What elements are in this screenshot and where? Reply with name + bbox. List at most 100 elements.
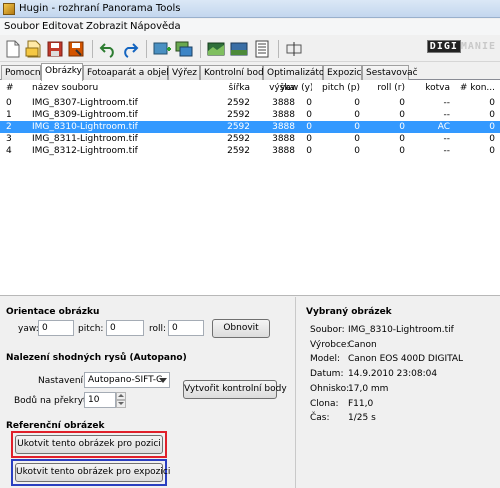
tab-pomocnik[interactable]: Pomocník — [1, 65, 48, 80]
add-images-button[interactable] — [152, 39, 172, 59]
yaw-input[interactable]: 0 — [38, 320, 74, 336]
points-input[interactable]: 10 — [84, 392, 116, 408]
tab-obrazky[interactable]: Obrázky — [41, 63, 83, 81]
info-label: Výrobce: — [310, 339, 350, 350]
toolbar-separator — [146, 40, 147, 58]
column-header[interactable]: roll (r) — [360, 83, 405, 93]
anchor-position-button[interactable]: Ukotvit tento obrázek pro pozici — [15, 435, 163, 454]
save-as-button[interactable] — [66, 39, 86, 59]
table-cell-cp: 0 — [489, 110, 495, 120]
table-cell-yaw: 0 — [306, 146, 312, 156]
add-time-series-button[interactable] — [174, 39, 194, 59]
table-cell-anchor: AC — [437, 122, 450, 132]
table-cell-width: 2592 — [227, 98, 250, 108]
table-row[interactable]: 4 IMG_8312-Lightroom.tif 2592 3888 0 0 0 -- 0 — [0, 145, 500, 157]
table-cell-file: IMG_8310-Lightroom.tif — [32, 122, 138, 132]
table-cell-roll: 0 — [399, 146, 405, 156]
save-as-icon — [68, 41, 84, 57]
undo-button[interactable] — [98, 39, 118, 59]
column-header[interactable]: název souboru — [32, 83, 98, 93]
tab-bar: Pomocník Obrázky Fotoaparát a objektiv V… — [0, 63, 500, 81]
table-cell-num: 1 — [6, 110, 12, 120]
redo-icon — [124, 43, 139, 58]
column-header[interactable]: kotva — [405, 83, 450, 93]
feature-matching-title: Nalezení shodných rysů (Autopano) — [6, 353, 187, 363]
settings-label: Nastavení: — [38, 376, 87, 386]
tab-fotoaparat-objektiv[interactable]: Fotoaparát a objektiv — [83, 65, 183, 80]
column-header[interactable]: # — [6, 83, 14, 93]
table-cell-yaw: 0 — [306, 134, 312, 144]
column-header[interactable]: # kon... — [450, 83, 495, 93]
table-cell-roll: 0 — [399, 110, 405, 120]
create-control-points-button[interactable]: Vytvořit kontrolní body — [183, 380, 287, 399]
table-cell-file: IMG_8309-Lightroom.tif — [32, 110, 138, 120]
table-cell-anchor: -- — [443, 134, 451, 144]
menu-editovat[interactable]: Editovat — [42, 21, 83, 32]
redo-button[interactable] — [120, 39, 140, 59]
spin-up-icon[interactable] — [116, 392, 126, 400]
tab-sestavovac[interactable]: Sestavovač — [362, 65, 418, 80]
tab-expozice[interactable]: Expozice — [323, 65, 367, 80]
tab-kontrolni-body[interactable]: Kontrolní body — [200, 65, 269, 80]
assistant-button[interactable] — [252, 39, 272, 59]
image-table[interactable]: # název souboru šířka výška yaw (y) pitc… — [0, 80, 500, 296]
chevron-down-icon — [159, 378, 167, 383]
pitch-input[interactable]: 0 — [106, 320, 144, 336]
align-button[interactable] — [284, 39, 304, 59]
table-cell-yaw: 0 — [306, 98, 312, 108]
table-cell-anchor: -- — [443, 98, 451, 108]
table-cell-pitch: 0 — [354, 146, 360, 156]
table-cell-num: 4 — [6, 146, 12, 156]
column-header[interactable]: yaw (y) — [280, 83, 312, 93]
info-label: Ohnisko: — [310, 383, 350, 394]
add-image-icon — [153, 42, 171, 55]
table-cell-cp: 0 — [489, 146, 495, 156]
toolbar-separator — [92, 40, 93, 58]
info-label: Model: — [310, 354, 341, 365]
anchor-exposure-button[interactable]: Ukotvit tento obrázek pro expozici — [15, 463, 170, 482]
table-cell-anchor: -- — [443, 110, 451, 120]
spin-down-icon[interactable] — [116, 400, 126, 408]
info-value: IMG_8310-Lightroom.tif — [348, 325, 454, 335]
table-cell-width: 2592 — [227, 122, 250, 132]
yaw-label: yaw: — [18, 324, 39, 334]
menu-zobrazit[interactable]: Zobrazit — [86, 21, 128, 32]
reset-orientation-button[interactable]: Obnovit — [212, 319, 270, 338]
panorama-preview-icon — [230, 42, 248, 56]
table-header: # název souboru šířka výška yaw (y) pitc… — [0, 80, 500, 97]
table-cell-roll: 0 — [399, 98, 405, 108]
table-row[interactable]: 3 IMG_8311-Lightroom.tif 2592 3888 0 0 0 -- 0 — [0, 133, 500, 145]
points-spinner[interactable] — [116, 392, 126, 408]
toolbar: DIGI MANIE — [0, 36, 500, 62]
preview-button[interactable] — [229, 39, 249, 59]
pitch-label: pitch: — [78, 324, 104, 334]
table-row[interactable]: 0 IMG_8307-Lightroom.tif 2592 3888 0 0 0 -- 0 — [0, 97, 500, 109]
info-value: 1/25 s — [348, 413, 376, 424]
save-button[interactable] — [45, 39, 65, 59]
table-cell-roll: 0 — [399, 122, 405, 132]
opengl-preview-button[interactable] — [206, 39, 226, 59]
table-cell-width: 2592 — [227, 110, 250, 120]
roll-input[interactable]: 0 — [168, 320, 204, 336]
column-header[interactable]: pitch (p) — [315, 83, 360, 93]
table-cell-width: 2592 — [227, 146, 250, 156]
table-cell-width: 2592 — [227, 134, 250, 144]
tab-vyrez[interactable]: Výřez — [168, 65, 200, 80]
menu-soubor[interactable]: Soubor — [4, 21, 39, 32]
menu-napoveda[interactable]: Nápověda — [130, 21, 181, 32]
table-cell-anchor: -- — [443, 146, 451, 156]
table-row[interactable]: 1 IMG_8309-Lightroom.tif 2592 3888 0 0 0 -- 0 — [0, 109, 500, 121]
table-cell-cp: 0 — [489, 134, 495, 144]
table-cell-pitch: 0 — [354, 110, 360, 120]
new-project-button[interactable] — [3, 39, 23, 59]
settings-dropdown[interactable]: Autopano-SIFT-C — [84, 372, 170, 388]
orientation-title: Orientace obrázku — [6, 307, 100, 317]
save-icon — [47, 41, 63, 57]
table-row[interactable]: 2 IMG_8310-Lightroom.tif 2592 3888 0 0 0 AC 0 — [0, 121, 500, 133]
column-header[interactable]: šířka — [200, 83, 250, 93]
open-project-button[interactable] — [24, 39, 44, 59]
gl-preview-icon — [207, 42, 225, 56]
selected-image-title: Vybraný obrázek — [306, 307, 392, 317]
info-value: Canon EOS 400D DIGITAL — [348, 354, 464, 365]
tab-optimalizator[interactable]: Optimalizátor — [263, 65, 328, 80]
